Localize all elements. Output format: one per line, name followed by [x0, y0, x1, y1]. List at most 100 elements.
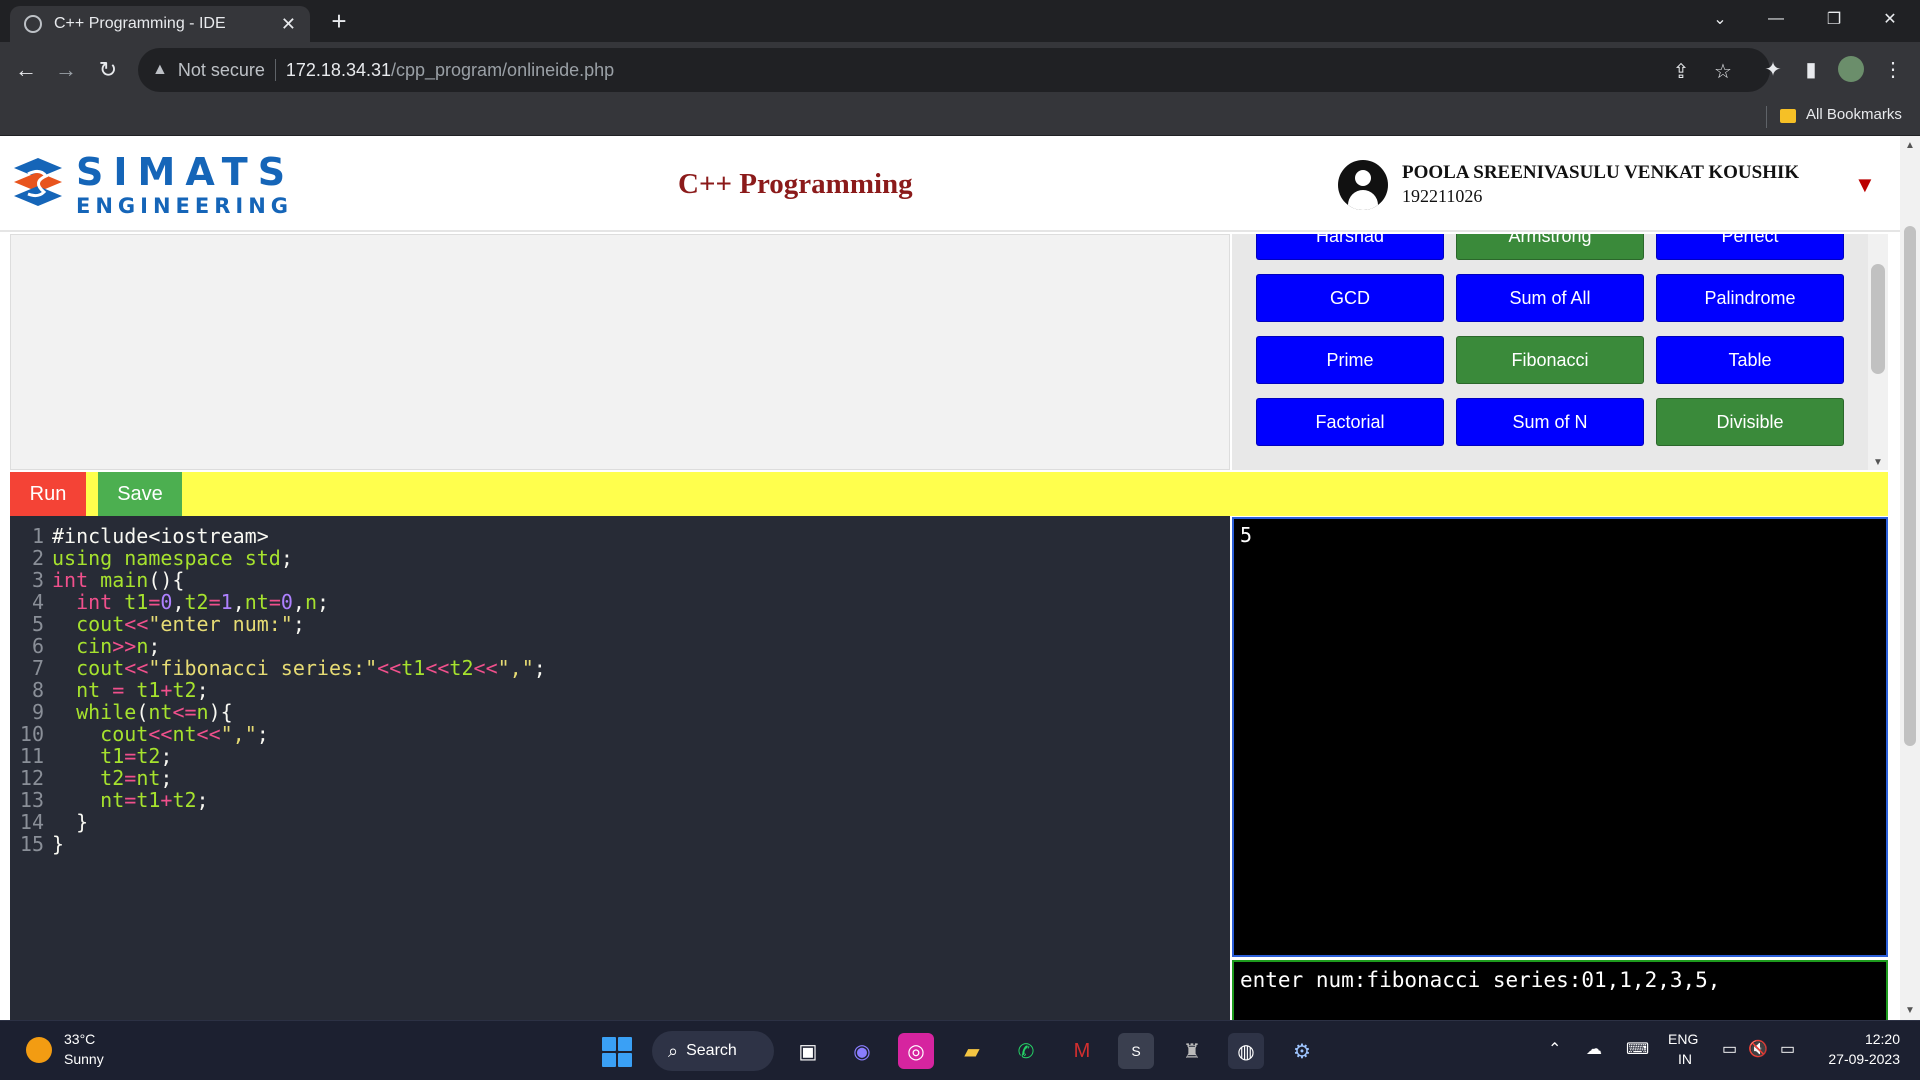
chat-icon[interactable]: ◉: [844, 1033, 880, 1069]
program-button-sum-of-all[interactable]: Sum of All: [1456, 274, 1644, 322]
scroll-up-arrow-icon[interactable]: ▲: [1904, 140, 1916, 151]
close-window-button[interactable]: ✕: [1862, 0, 1918, 38]
globe-icon: [24, 15, 42, 33]
program-button-divisible[interactable]: Divisible: [1656, 398, 1844, 446]
browser-toolbar: ← → ↻ ▲ Not secure 172.18.34.31 /cpp_pro…: [0, 42, 1920, 98]
program-button-fibonacci[interactable]: Fibonacci: [1456, 336, 1644, 384]
tab-search-icon[interactable]: ⌄: [1692, 0, 1748, 38]
page-scrollbar-thumb[interactable]: [1904, 226, 1916, 746]
battery-icon[interactable]: ▭: [1780, 1039, 1795, 1059]
address-host: 172.18.34.31: [285, 59, 391, 80]
page-title: C++ Programming: [678, 168, 913, 200]
program-button-label: Armstrong: [1508, 234, 1592, 246]
code-line[interactable]: 15}: [10, 832, 64, 859]
onedrive-cloud-icon[interactable]: ☁: [1586, 1039, 1602, 1059]
taskbar-search[interactable]: ⌕ Search: [652, 1031, 774, 1071]
code-text: }: [52, 810, 89, 834]
clock-date[interactable]: 27-09-2023: [1816, 1051, 1900, 1067]
tab-title: C++ Programming - IDE: [54, 15, 226, 32]
logo-subtitle: ENGINEERING: [76, 194, 294, 218]
start-windows-icon[interactable]: [602, 1037, 632, 1067]
program-button-label: Sum of All: [1509, 287, 1591, 308]
minimize-button[interactable]: —: [1748, 0, 1804, 38]
simats-logo-icon: [14, 158, 62, 206]
whatsapp-icon[interactable]: ✆: [1008, 1033, 1044, 1069]
profile-avatar[interactable]: [1838, 56, 1864, 82]
warning-icon[interactable]: ▲: [152, 61, 168, 79]
share-icon[interactable]: ⇪: [1668, 58, 1694, 84]
file-explorer-icon[interactable]: ▰: [954, 1033, 990, 1069]
forward-icon[interactable]: →: [50, 54, 82, 86]
restore-button[interactable]: ❐: [1806, 0, 1862, 38]
menu-kebab-icon[interactable]: ⋮: [1880, 56, 1906, 82]
line-number: 15: [19, 832, 44, 856]
bookmark-star-icon[interactable]: ☆: [1710, 58, 1736, 84]
program-button-palindrome[interactable]: Palindrome: [1656, 274, 1844, 322]
folder-icon[interactable]: [1780, 109, 1796, 123]
all-bookmarks-link[interactable]: All Bookmarks: [1806, 106, 1902, 123]
weather-sun-icon[interactable]: [26, 1037, 52, 1063]
code-text: int t1=0,t2=1,nt=0,n;: [76, 590, 330, 614]
page-content: SIMATS ENGINEERING C++ Programming POOLA…: [0, 136, 1900, 1020]
security-label[interactable]: Not secure: [178, 60, 265, 81]
code-text: cout<<nt<<",";: [100, 722, 269, 746]
language-code[interactable]: ENG: [1668, 1031, 1698, 1047]
site-header: SIMATS ENGINEERING C++ Programming POOLA…: [0, 136, 1900, 232]
search-icon: ⌕: [668, 1040, 679, 1061]
code-text: int main(){: [52, 568, 185, 592]
line-number: 13: [19, 788, 44, 812]
task-view-icon[interactable]: ▣: [790, 1033, 826, 1069]
extensions-icon[interactable]: ✦: [1760, 56, 1786, 82]
browser-tab[interactable]: C++ Programming - IDE ✕: [10, 6, 310, 42]
emblem-icon[interactable]: ♜: [1174, 1033, 1210, 1069]
user-avatar-icon[interactable]: [1338, 160, 1388, 210]
program-panel-scrollbar[interactable]: ▼: [1868, 234, 1888, 470]
chrome-icon[interactable]: ◍: [1228, 1033, 1264, 1069]
code-text: cout<<"enter num:";: [76, 612, 305, 636]
settings-gear-icon[interactable]: ⚙: [1284, 1033, 1320, 1069]
run-button[interactable]: Run: [10, 472, 86, 516]
program-button-factorial[interactable]: Factorial: [1256, 398, 1444, 446]
program-button-armstrong[interactable]: Armstrong: [1456, 234, 1644, 260]
weather-temperature[interactable]: 33°C: [64, 1031, 95, 1047]
bookmarks-bar: All Bookmarks: [0, 98, 1920, 136]
user-menu-caret-icon[interactable]: ▼: [1854, 172, 1876, 198]
program-button-sum-of-n[interactable]: Sum of N: [1456, 398, 1644, 446]
stdin-input[interactable]: 5: [1232, 517, 1888, 957]
reload-icon[interactable]: ↻: [92, 54, 124, 86]
program-button-table[interactable]: Table: [1656, 336, 1844, 384]
stdout-output: enter num:fibonacci series:01,1,2,3,5,: [1232, 960, 1888, 1020]
code-text: t2=nt;: [100, 766, 173, 790]
program-button-gcd[interactable]: GCD: [1256, 274, 1444, 322]
close-tab-icon[interactable]: ✕: [281, 14, 296, 35]
browser-tabstrip: C++ Programming - IDE ✕ + ⌄ — ❐ ✕: [0, 0, 1920, 42]
page-scrollbar[interactable]: ▲ ▼: [1900, 136, 1920, 1020]
avatar-body: [1348, 190, 1378, 210]
scrollbar-thumb[interactable]: [1871, 264, 1885, 374]
chevron-up-icon[interactable]: ⌃: [1548, 1039, 1561, 1059]
bookmarks-separator: [1766, 106, 1767, 128]
network-icon[interactable]: ▭: [1722, 1039, 1737, 1059]
app-s-icon[interactable]: S: [1118, 1033, 1154, 1069]
program-button-label: Fibonacci: [1511, 349, 1589, 370]
language-region[interactable]: IN: [1678, 1051, 1692, 1067]
save-button[interactable]: Save: [98, 472, 182, 516]
clock-time[interactable]: 12:20: [1840, 1031, 1900, 1047]
scroll-down-arrow-icon[interactable]: ▼: [1904, 1005, 1916, 1016]
code-editor[interactable]: 1 #include<iostream> 2 using namespace std;…: [10, 516, 1230, 1020]
program-button-harshad[interactable]: Harshad: [1256, 234, 1444, 260]
logo-wordmark: SIMATS: [76, 150, 296, 194]
side-panel-icon[interactable]: ▮: [1798, 56, 1824, 82]
mcafee-icon[interactable]: M: [1064, 1033, 1100, 1069]
back-icon[interactable]: ←: [10, 54, 42, 86]
instagram-icon[interactable]: ◎: [898, 1033, 934, 1069]
program-button-perfect[interactable]: Perfect: [1656, 234, 1844, 260]
new-tab-button[interactable]: +: [324, 6, 354, 36]
volume-muted-icon[interactable]: 🔇: [1748, 1039, 1768, 1059]
program-button-prime[interactable]: Prime: [1256, 336, 1444, 384]
weather-condition[interactable]: Sunny: [64, 1051, 104, 1067]
taskbar: 33°C Sunny ⌕ Search ▣ ◉ ◎ ▰ ✆ M S ♜ ◍ ⚙ …: [0, 1020, 1920, 1080]
address-bar[interactable]: ▲ Not secure 172.18.34.31 /cpp_program/o…: [138, 48, 1770, 92]
scroll-down-arrow-icon[interactable]: ▼: [1871, 457, 1885, 468]
keyboard-icon[interactable]: ⌨: [1626, 1039, 1649, 1059]
